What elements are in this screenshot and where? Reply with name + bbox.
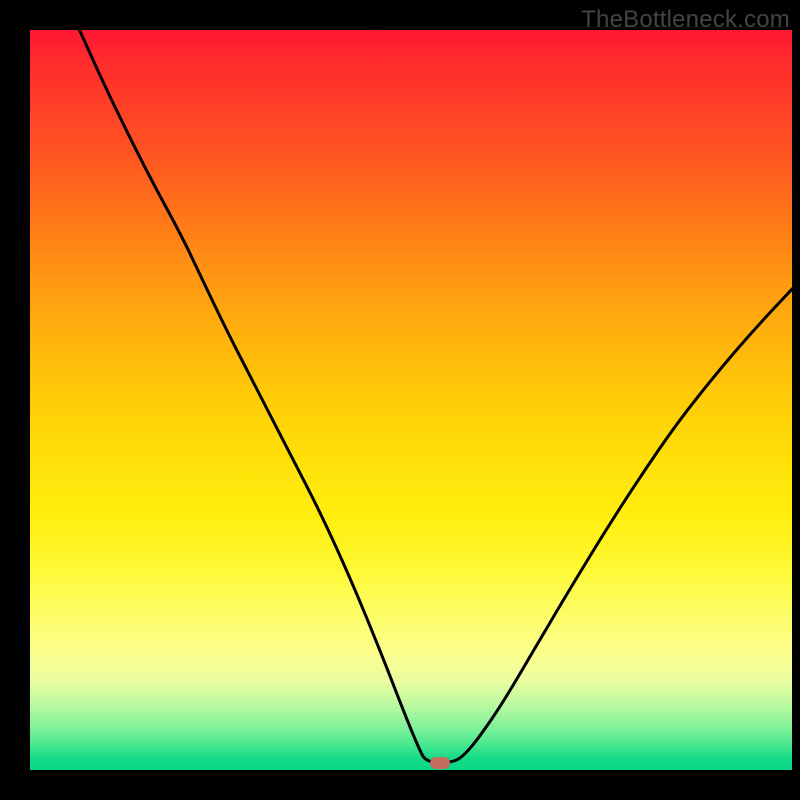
watermark-text: TheBottleneck.com [581,6,790,34]
optimal-point-marker [430,757,450,769]
plot-area [30,30,792,770]
bottleneck-curve [80,30,793,763]
chart-container: TheBottleneck.com [0,0,800,800]
curve-svg [30,30,792,770]
